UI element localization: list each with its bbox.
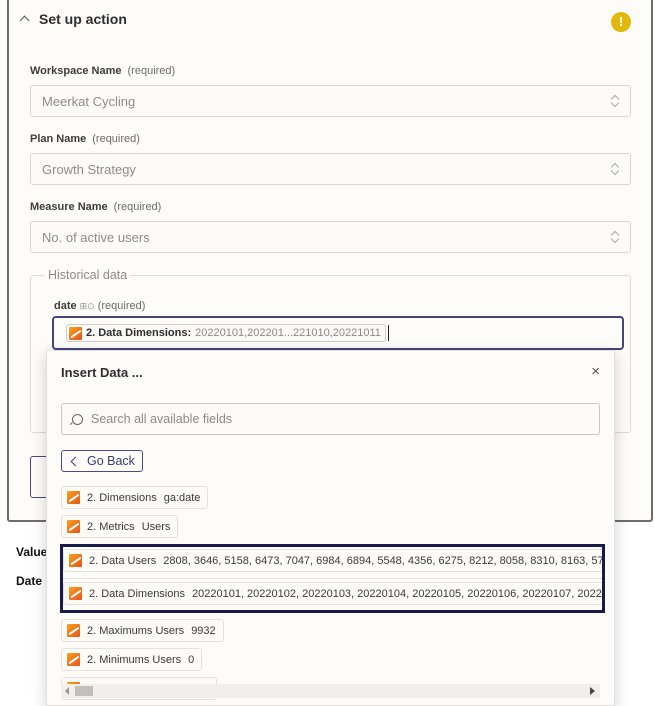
field-label: Plan Name (required) xyxy=(30,133,140,145)
list-item[interactable]: 2. Dimensions ga:date xyxy=(61,486,209,509)
list-item[interactable]: 2. Data Dimensions 20220101, 20220102, 20… xyxy=(63,582,602,605)
workspace-name-field: Workspace Name (required) Meerkat Cycling xyxy=(30,65,631,117)
list-item[interactable]: 2. Data Users 2808, 3646, 5158, 6473, 704… xyxy=(63,549,602,572)
google-analytics-icon xyxy=(67,491,80,504)
search-input[interactable] xyxy=(91,412,571,426)
select-value: Meerkat Cycling xyxy=(42,93,136,109)
select-value: No. of active users xyxy=(42,229,150,245)
text-cursor xyxy=(387,325,389,341)
screen: Set up action ! Workspace Name (required)… xyxy=(0,0,655,706)
historical-data-legend: Historical data xyxy=(45,268,131,282)
up-down-chevron-icon xyxy=(610,94,620,108)
google-analytics-icon xyxy=(67,653,80,666)
google-analytics-icon xyxy=(69,587,82,600)
chevron-up-icon[interactable] xyxy=(19,13,31,25)
field-label: Workspace Name (required) xyxy=(30,65,176,77)
go-back-button[interactable]: Go Back xyxy=(61,450,143,472)
scrollbar-thumb[interactable] xyxy=(75,686,93,696)
measure-name-field: Measure Name (required) No. of active use… xyxy=(30,201,631,253)
field-type-icons: ⊞⊙ xyxy=(79,301,95,311)
date-input[interactable]: 2. Data Dimensions: 20220101,202201...22… xyxy=(52,316,624,350)
list-item[interactable]: 2. Minimums Users 0 xyxy=(61,648,203,671)
dropdown-title: Insert Data ... xyxy=(61,365,143,380)
select-value: Growth Strategy xyxy=(42,161,136,177)
go-back-label: Go Back xyxy=(87,454,135,468)
date-annotation: Date xyxy=(16,574,43,588)
panel-title: Set up action xyxy=(39,11,127,27)
google-analytics-icon xyxy=(69,326,82,340)
up-down-chevron-icon xyxy=(610,162,620,176)
data-items-list: 2. Dimensions ga:date 2. Metrics Users 2. … xyxy=(60,486,606,706)
workspace-name-select[interactable]: Meerkat Cycling xyxy=(30,85,631,117)
chevron-left-icon xyxy=(70,456,81,466)
panel-header[interactable]: Set up action xyxy=(19,11,127,27)
measure-name-select[interactable]: No. of active users xyxy=(30,221,631,253)
warning-icon: ! xyxy=(611,12,631,32)
date-field-label: date ⊞⊙ (required) xyxy=(54,300,146,312)
search-field[interactable] xyxy=(61,403,600,435)
google-analytics-icon xyxy=(67,520,80,533)
horizontal-scrollbar[interactable] xyxy=(61,684,600,698)
plan-name-select[interactable]: Growth Strategy xyxy=(30,153,631,185)
search-icon xyxy=(72,413,83,425)
data-pill[interactable]: 2. Data Dimensions: 20220101,202201...22… xyxy=(66,324,386,342)
google-analytics-icon xyxy=(67,624,80,637)
list-item[interactable]: 2. Metrics Users xyxy=(61,515,179,538)
plan-name-field: Plan Name (required) Growth Strategy xyxy=(30,133,631,185)
field-label: Measure Name (required) xyxy=(30,201,162,213)
list-item[interactable]: 2. Maximums Users 9932 xyxy=(61,619,224,642)
up-down-chevron-icon xyxy=(610,230,620,244)
scroll-left-icon[interactable] xyxy=(65,687,69,695)
divider xyxy=(63,578,602,579)
value-annotation: Value xyxy=(16,545,48,559)
insert-data-dropdown: Insert Data ... × Go Back 2. Dimensionsg… xyxy=(46,350,615,706)
highlight-box: 2. Data Users 2808, 3646, 5158, 6473, 704… xyxy=(60,544,605,613)
google-analytics-icon xyxy=(69,554,82,567)
scroll-right-icon[interactable] xyxy=(590,687,595,695)
close-icon[interactable]: × xyxy=(591,363,600,380)
